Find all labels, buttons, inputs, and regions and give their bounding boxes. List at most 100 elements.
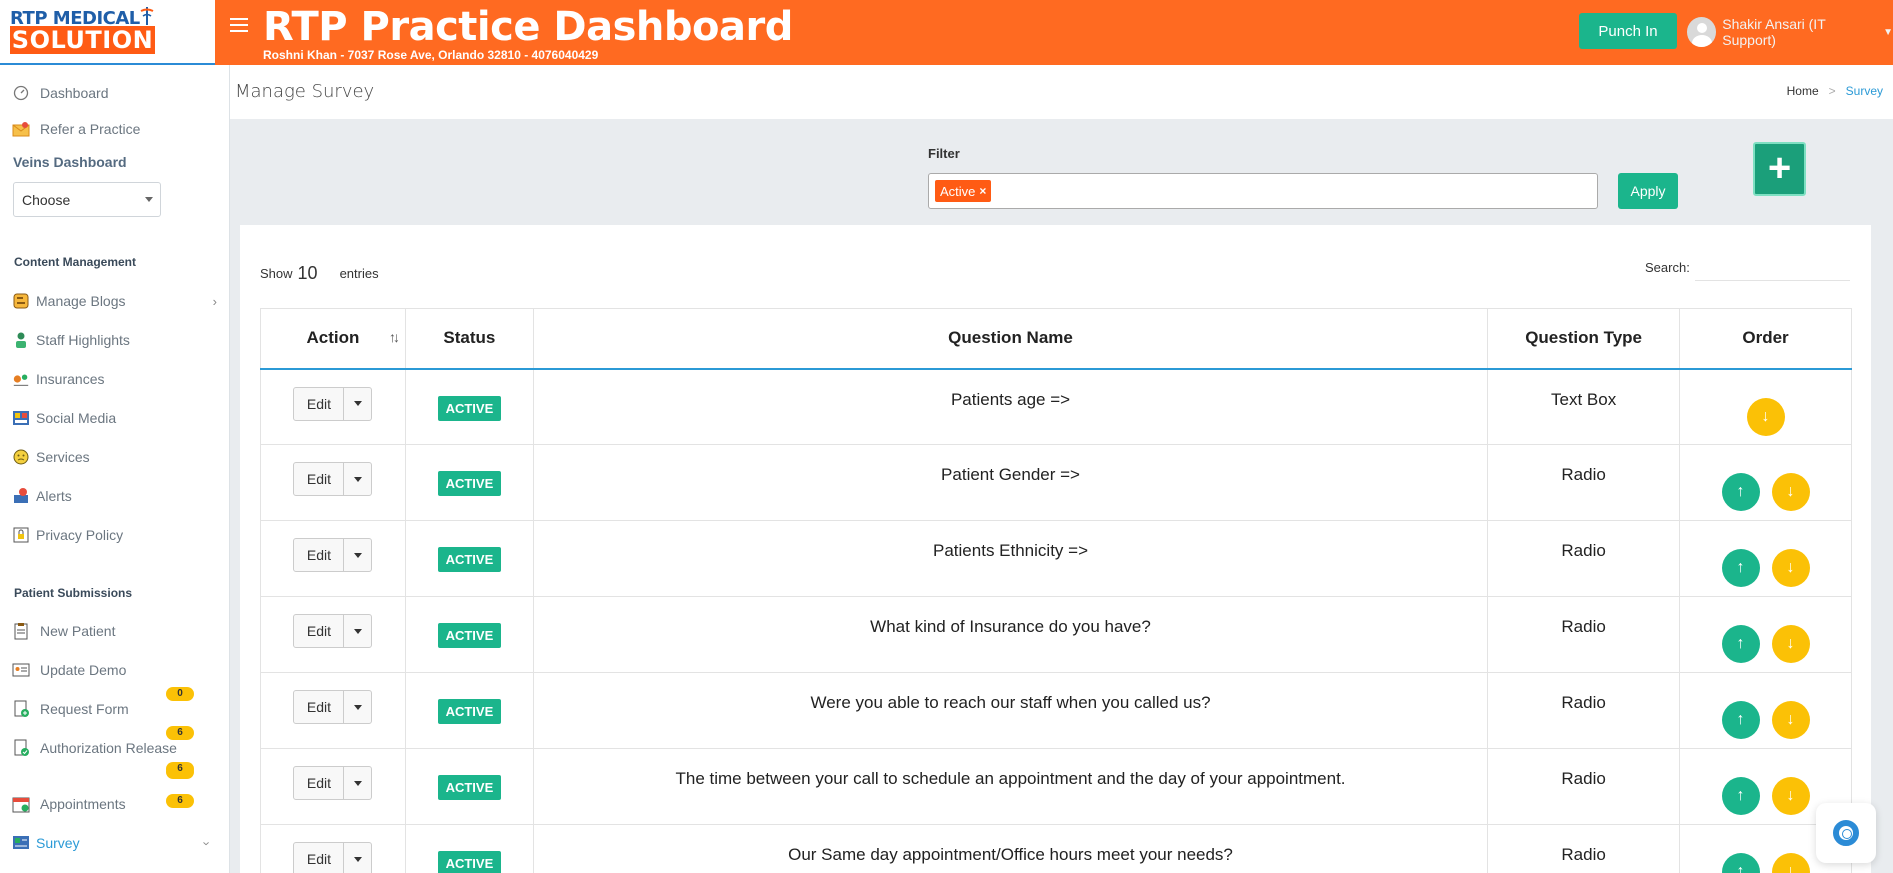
user-name: Shakir Ansari (IT Support) <box>1722 16 1826 48</box>
status-cell: ACTIVE <box>405 672 534 749</box>
edit-dropdown-toggle[interactable] <box>344 615 371 647</box>
table-row: Edit ACTIVE Patients Ethnicity => Radio … <box>260 520 1852 597</box>
user-menu[interactable]: Shakir Ansari (IT Support) ▼ <box>1687 16 1893 48</box>
breadcrumb-home[interactable]: Home <box>1787 84 1819 98</box>
veins-select[interactable]: Choose <box>13 182 161 217</box>
help-button[interactable] <box>1816 803 1876 863</box>
filter-input[interactable]: Active × <box>928 173 1598 209</box>
edit-button[interactable]: Edit <box>294 691 345 723</box>
apply-button[interactable]: Apply <box>1618 173 1678 209</box>
move-up-icon[interactable]: ↑ <box>1721 777 1760 815</box>
top-bar: RTP Practice Dashboard Roshni Khan - 703… <box>215 0 1893 65</box>
sidebar-item-label: Update Demo <box>40 662 127 678</box>
column-header-action[interactable]: Action ↑↓ <box>260 308 406 370</box>
sidebar-item-update-demo[interactable]: Update Demo <box>12 661 217 679</box>
authorization-icon <box>12 739 30 757</box>
sidebar-item-label: Appointments <box>40 796 126 812</box>
sidebar-item-authorization-release[interactable]: Authorization Release <box>12 739 217 757</box>
question-type-cell: Radio <box>1487 824 1681 873</box>
edit-button-group: Edit <box>293 538 373 572</box>
sidebar-item-label: Privacy Policy <box>36 527 124 543</box>
move-down-icon[interactable]: ↓ <box>1771 853 1810 873</box>
edit-button[interactable]: Edit <box>294 767 345 799</box>
search-input[interactable] <box>1695 253 1850 281</box>
column-header-question-name[interactable]: Question Name <box>533 308 1489 370</box>
edit-dropdown-toggle[interactable] <box>344 691 371 723</box>
edit-button[interactable]: Edit <box>294 843 345 873</box>
edit-button-group: Edit <box>293 462 373 496</box>
services-icon <box>12 448 30 466</box>
survey-icon <box>12 834 30 852</box>
move-down-icon[interactable]: ↓ <box>1771 549 1810 587</box>
caret-down-icon <box>353 780 362 786</box>
status-cell: ACTIVE <box>405 368 534 445</box>
remove-tag-icon[interactable]: × <box>979 184 986 198</box>
envelope-icon <box>12 120 30 138</box>
status-cell: ACTIVE <box>405 748 534 825</box>
sidebar-item-dashboard[interactable]: Dashboard <box>12 84 217 102</box>
move-up-icon[interactable]: ↑ <box>1721 853 1760 873</box>
content-management-title: Content Management <box>14 255 137 269</box>
move-up-icon[interactable]: ↑ <box>1721 549 1760 587</box>
sidebar-item-label: Request Form <box>40 701 129 717</box>
sort-icon[interactable]: ↑↓ <box>389 329 400 345</box>
question-name-cell: Patients age => <box>533 368 1489 445</box>
action-cell: Edit <box>260 520 406 597</box>
sidebar-item-privacy-policy[interactable]: Privacy Policy <box>12 526 217 544</box>
survey-table: Action ↑↓ Status Question Name Question … <box>260 308 1852 873</box>
edit-button[interactable]: Edit <box>294 615 345 647</box>
move-up-icon[interactable]: ↑ <box>1721 701 1760 739</box>
status-cell: ACTIVE <box>405 444 534 521</box>
entries-select[interactable]: 10 <box>298 263 318 284</box>
column-header-question-type[interactable]: Question Type <box>1487 308 1681 370</box>
sidebar-item-refer-practice[interactable]: Refer a Practice <box>12 120 217 138</box>
caduceus-icon <box>140 7 154 25</box>
sidebar-item-alerts[interactable]: Alerts <box>12 487 217 505</box>
edit-dropdown-toggle[interactable] <box>344 463 371 495</box>
chevron-right-icon: > <box>1828 84 1836 98</box>
sidebar-item-label: Manage Blogs <box>36 293 126 309</box>
column-header-order[interactable]: Order <box>1679 308 1852 370</box>
filter-label: Filter <box>928 146 960 161</box>
move-down-icon[interactable]: ↓ <box>1771 777 1810 815</box>
move-down-icon[interactable]: ↓ <box>1771 625 1810 663</box>
edit-dropdown-toggle[interactable] <box>344 767 371 799</box>
sidebar-item-manage-blogs[interactable]: Manage Blogs › <box>12 292 217 310</box>
breadcrumb: Home > Survey <box>1787 84 1883 98</box>
move-down-icon[interactable]: ↓ <box>1771 701 1810 739</box>
add-survey-button[interactable]: + <box>1753 142 1806 196</box>
filter-tag-active: Active × <box>935 180 992 202</box>
sidebar-item-services[interactable]: Services <box>12 448 217 466</box>
hamburger-menu-icon[interactable] <box>230 18 248 34</box>
move-up-icon[interactable]: ↑ <box>1721 473 1760 511</box>
move-down-icon[interactable]: ↓ <box>1746 397 1785 436</box>
punch-in-button[interactable]: Punch In <box>1579 13 1677 49</box>
question-type-cell: Radio <box>1487 520 1681 597</box>
sidebar-item-insurances[interactable]: Insurances <box>12 370 217 388</box>
edit-button-group: Edit <box>293 842 373 873</box>
edit-button[interactable]: Edit <box>294 539 345 571</box>
sidebar-item-label: Survey <box>36 835 80 851</box>
edit-button[interactable]: Edit <box>294 387 345 420</box>
sidebar-item-social-media[interactable]: Social Media <box>12 409 217 427</box>
move-up-icon[interactable]: ↑ <box>1721 625 1760 663</box>
edit-dropdown-toggle[interactable] <box>344 388 371 420</box>
question-name-cell: The time between your call to schedule a… <box>533 748 1489 825</box>
column-header-status[interactable]: Status <box>405 308 534 370</box>
edit-dropdown-toggle[interactable] <box>344 539 371 571</box>
table-row: Edit ACTIVE What kind of Insurance do yo… <box>260 596 1852 673</box>
sidebar-item-new-patient[interactable]: New Patient <box>12 622 217 640</box>
sidebar-item-survey[interactable]: Survey › <box>12 834 217 852</box>
status-badge: ACTIVE <box>437 699 502 724</box>
lock-icon <box>12 526 30 544</box>
edit-button[interactable]: Edit <box>294 463 345 495</box>
action-cell: Edit <box>260 748 406 825</box>
insurance-icon <box>12 370 30 388</box>
action-cell: Edit <box>260 596 406 673</box>
move-down-icon[interactable]: ↓ <box>1771 473 1810 511</box>
logo[interactable]: RTP MEDICAL SOLUTION <box>0 0 215 65</box>
sidebar-item-staff-highlights[interactable]: Staff Highlights <box>12 331 217 349</box>
order-cell: ↑ ↓ <box>1679 672 1852 749</box>
edit-dropdown-toggle[interactable] <box>344 843 371 873</box>
sidebar-item-request-form[interactable]: Request Form <box>12 700 217 718</box>
